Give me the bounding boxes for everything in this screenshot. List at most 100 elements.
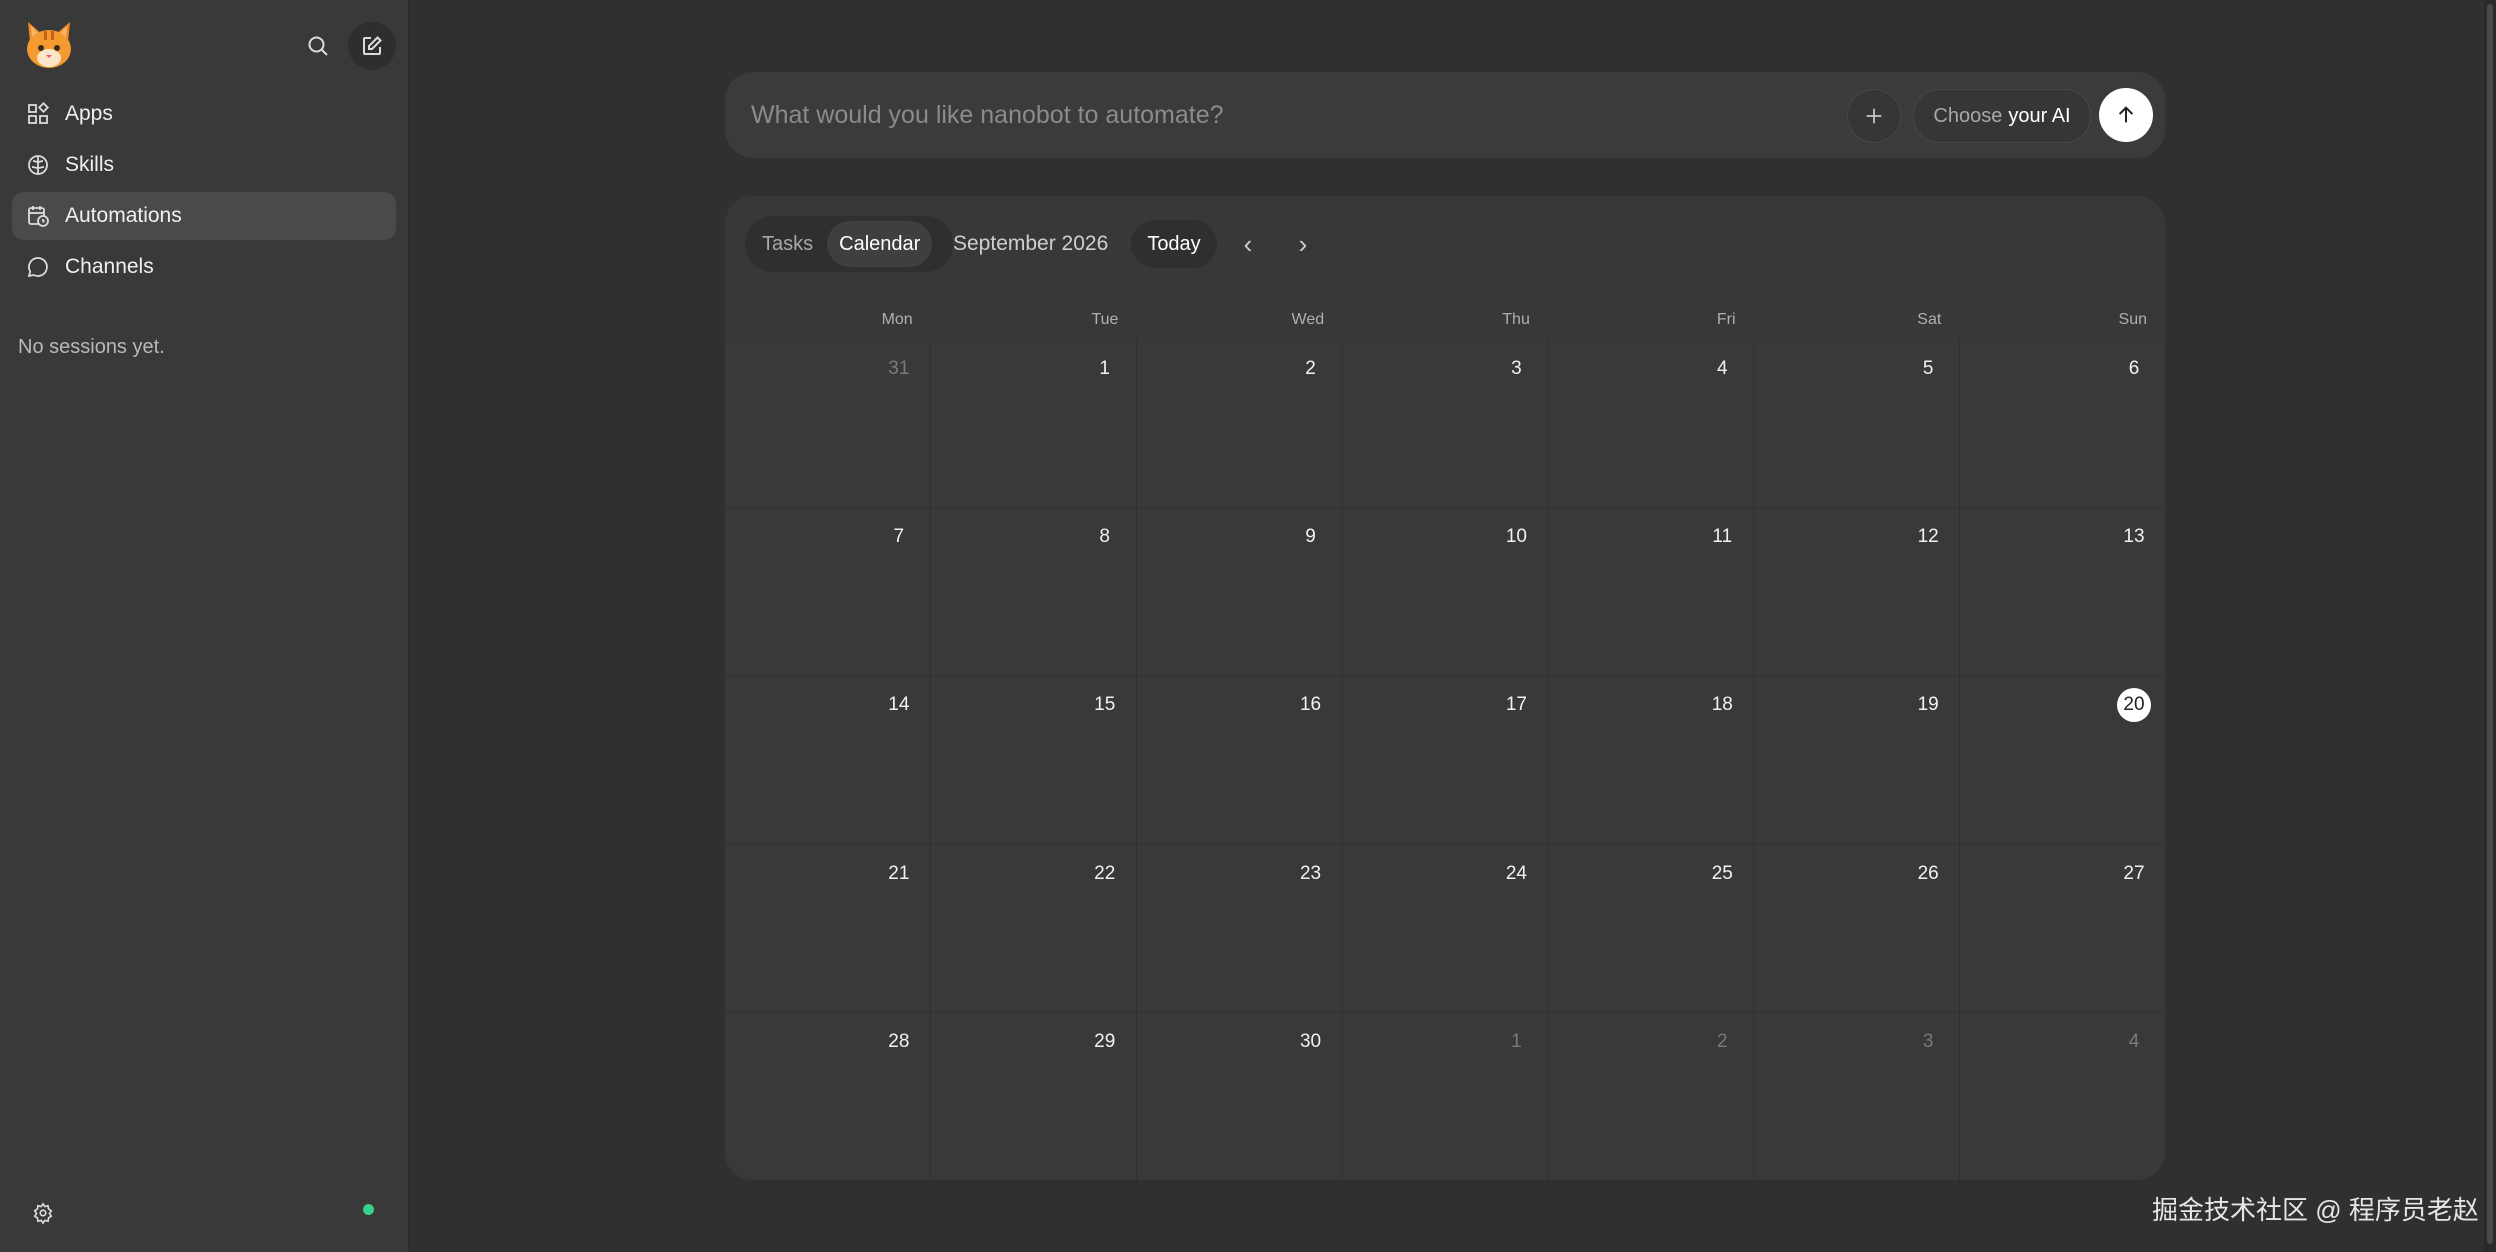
- prompt-bar: Choose your AI: [725, 72, 2165, 158]
- send-button[interactable]: [2099, 88, 2153, 142]
- calendar-day[interactable]: 12: [1754, 508, 1960, 676]
- calendar-day[interactable]: 31: [725, 340, 930, 508]
- scrollbar[interactable]: [2484, 0, 2496, 1252]
- day-number: 1: [1099, 358, 1110, 379]
- prompt-input[interactable]: [749, 92, 1803, 138]
- chat-bubble-icon: [24, 253, 52, 281]
- choose-ai-button[interactable]: Choose your AI: [1913, 89, 2091, 143]
- calendar-day[interactable]: 10: [1342, 508, 1548, 676]
- weekday-label: Sun: [2118, 311, 2147, 328]
- calendar-day[interactable]: 24: [1342, 844, 1548, 1012]
- sidebar-item-channels[interactable]: Channels: [12, 243, 396, 291]
- day-number: 12: [1917, 526, 1939, 548]
- calendar-day[interactable]: 22: [930, 844, 1136, 1012]
- prev-month-button[interactable]: ‹: [1228, 224, 1268, 264]
- tab-calendar[interactable]: Calendar: [827, 221, 933, 267]
- day-number: 15: [1094, 694, 1116, 716]
- calendar-day[interactable]: 4: [1960, 1012, 2165, 1180]
- attach-button[interactable]: [1847, 89, 1901, 143]
- day-number: 25: [1711, 862, 1733, 884]
- today-button[interactable]: Today: [1131, 220, 1217, 268]
- day-number: 11: [1712, 526, 1733, 548]
- calendar-day[interactable]: 18: [1548, 676, 1754, 844]
- calendar-day[interactable]: 1: [930, 340, 1136, 508]
- calendar-panel: Tasks Calendar September 2026 Today ‹ › …: [725, 196, 2165, 1180]
- calendar-day[interactable]: 23: [1136, 844, 1342, 1012]
- calendar-day[interactable]: 28: [725, 1012, 930, 1180]
- calendar-day[interactable]: 30: [1136, 1012, 1342, 1180]
- sidebar-item-skills[interactable]: Skills: [12, 141, 396, 189]
- weekday-label: Mon: [881, 311, 913, 328]
- calendar-day[interactable]: 15: [930, 676, 1136, 844]
- calendar-day[interactable]: 6: [1960, 340, 2165, 508]
- calendar-day-today[interactable]: 20: [1960, 676, 2165, 844]
- day-number: 30: [1299, 1030, 1322, 1052]
- day-number: 31: [888, 358, 910, 379]
- calendar-day[interactable]: 17: [1342, 676, 1548, 844]
- day-number: 23: [1299, 862, 1322, 884]
- watermark-text: 掘金技术社区 @ 程序员老赵: [2152, 1195, 2479, 1225]
- calendar-day[interactable]: 1: [1342, 1012, 1548, 1180]
- calendar-day[interactable]: 26: [1754, 844, 1960, 1012]
- gear-icon[interactable]: [26, 1196, 60, 1230]
- weekday-header: Mon Tue Wed Thu Fri Sat Sun: [725, 304, 2165, 336]
- weekday-label: Fri: [1716, 311, 1736, 328]
- day-number: 24: [1505, 862, 1527, 884]
- calendar-day[interactable]: 21: [725, 844, 930, 1012]
- empty-sessions-text: No sessions yet.: [18, 336, 165, 358]
- calendar-day[interactable]: 29: [930, 1012, 1136, 1180]
- sidebar-nav: Apps Skills Automations Channels: [12, 90, 396, 294]
- calendar-day[interactable]: 13: [1960, 508, 2165, 676]
- search-icon[interactable]: [294, 22, 342, 70]
- day-number: 13: [2123, 526, 2145, 548]
- calendar-day[interactable]: 25: [1548, 844, 1754, 1012]
- choose-ai-suffix: your AI: [2008, 104, 2071, 127]
- connection-status-dot: [363, 1204, 374, 1215]
- choose-ai-prefix: Choose: [1933, 104, 2003, 127]
- day-number: 5: [1922, 358, 1934, 379]
- day-number: 16: [1299, 694, 1322, 716]
- day-number: 22: [1094, 862, 1116, 884]
- day-number: 2: [1305, 358, 1316, 379]
- calendar-day[interactable]: 4: [1548, 340, 1754, 508]
- sidebar-item-label: Automations: [65, 204, 182, 227]
- weekday-label: Tue: [1091, 311, 1119, 328]
- calendar-day[interactable]: 27: [1960, 844, 2165, 1012]
- apps-icon: [24, 100, 52, 128]
- month-label: September 2026: [953, 232, 1109, 255]
- weekday-label: Thu: [1502, 311, 1530, 328]
- weekday-label: Wed: [1291, 311, 1325, 328]
- calendar-day[interactable]: 9: [1136, 508, 1342, 676]
- sidebar: Apps Skills Automations Channels No sess…: [0, 0, 409, 1252]
- day-number: 1: [1511, 1030, 1522, 1052]
- calendar-day[interactable]: 2: [1136, 340, 1342, 508]
- calendar-day[interactable]: 3: [1342, 340, 1548, 508]
- calendar-day[interactable]: 3: [1754, 1012, 1960, 1180]
- next-month-button[interactable]: ›: [1283, 224, 1323, 264]
- view-toggle: Tasks Calendar: [745, 216, 953, 272]
- calendar-grid: 31 1 2 3 4 5 6 7 8 9 10 11 12 13 14 15 16 17 18 19 20 21 22 23 2…: [725, 340, 2165, 1180]
- calendar-day[interactable]: 19: [1754, 676, 1960, 844]
- calendar-clock-icon: [24, 202, 52, 230]
- calendar-day[interactable]: 8: [930, 508, 1136, 676]
- day-number: 28: [888, 1030, 910, 1052]
- calendar-day[interactable]: 5: [1754, 340, 1960, 508]
- tab-tasks[interactable]: Tasks: [750, 221, 825, 267]
- scrollbar-thumb[interactable]: [2487, 4, 2493, 1244]
- sidebar-item-apps[interactable]: Apps: [12, 90, 396, 138]
- arrow-up-icon: [2118, 106, 2134, 123]
- cat-logo-icon[interactable]: [22, 18, 76, 72]
- calendar-day[interactable]: 16: [1136, 676, 1342, 844]
- calendar-day[interactable]: 7: [725, 508, 930, 676]
- day-number: 10: [1505, 526, 1527, 548]
- day-number: 27: [2123, 862, 2145, 884]
- day-number: 3: [1511, 358, 1522, 379]
- day-number: 7: [893, 526, 905, 548]
- day-number: 14: [888, 694, 910, 716]
- sidebar-item-automations[interactable]: Automations: [12, 192, 396, 240]
- calendar-day[interactable]: 11: [1548, 508, 1754, 676]
- calendar-day[interactable]: 14: [725, 676, 930, 844]
- new-session-icon[interactable]: [348, 22, 396, 70]
- day-number: 6: [2128, 358, 2140, 379]
- calendar-day[interactable]: 2: [1548, 1012, 1754, 1180]
